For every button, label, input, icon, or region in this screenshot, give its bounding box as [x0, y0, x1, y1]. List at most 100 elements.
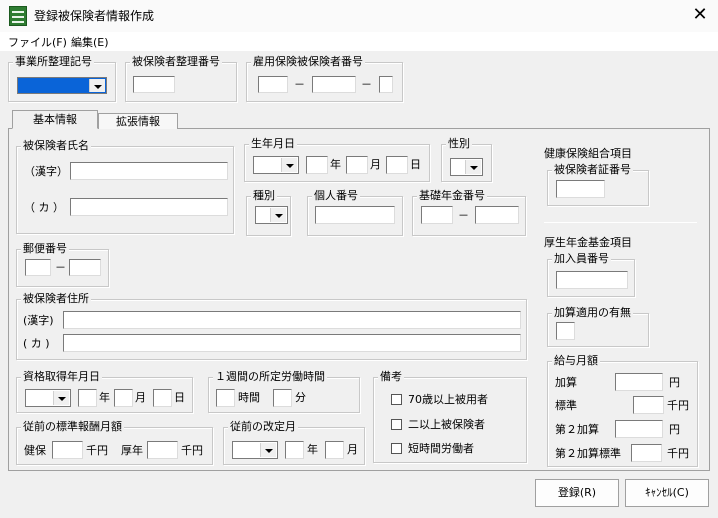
salary-kasan2-input[interactable] [615, 420, 663, 438]
salary-kasan-label: 加算 [555, 376, 577, 389]
chevron-down-icon [260, 443, 276, 457]
address-kana-label: ( カ ) [23, 337, 50, 350]
over70-checkbox[interactable] [391, 394, 402, 405]
part-time-label: 短時間労働者 [408, 442, 474, 455]
hours-label: 時間 [238, 391, 260, 404]
notes-group-label: 備考 [378, 370, 404, 383]
member-number-input[interactable] [556, 271, 628, 289]
revision-month-input[interactable] [325, 441, 344, 459]
shikaku-day-input[interactable] [153, 389, 172, 407]
chevron-down-icon [465, 160, 481, 174]
register-button[interactable]: 登録(R) [535, 479, 619, 507]
chevron-down-icon [270, 208, 286, 222]
separator [544, 222, 697, 223]
birth-era-combobox[interactable] [253, 156, 299, 174]
kind-group-label: 種別 [251, 189, 277, 202]
menu-edit[interactable]: 編集(E) [71, 34, 109, 50]
card-number-group-label: 被保険者証番号 [552, 163, 633, 176]
chevron-down-icon [281, 158, 297, 172]
day-label: 日 [410, 158, 421, 171]
address-kanji-label: (漢字) [23, 314, 54, 327]
salary-kasan-input[interactable] [615, 373, 663, 391]
kiso-input-2[interactable] [475, 206, 519, 224]
close-icon[interactable]: ✕ [688, 4, 712, 28]
revision-year-input[interactable] [285, 441, 304, 459]
salary-kasan2-standard-label: 第２加算標準 [555, 447, 621, 460]
shikaku-group-label: 資格取得年月日 [21, 370, 102, 383]
unit-label: 円 [669, 423, 680, 436]
koyo-input-1[interactable] [258, 76, 288, 93]
shikaku-era-combobox[interactable] [25, 389, 71, 407]
card-number-input[interactable] [556, 180, 605, 198]
kiso-group-label: 基礎年金番号 [417, 189, 487, 202]
address-kana-input[interactable] [63, 334, 521, 352]
hihoken-seiri-label: 被保険者整理番号 [130, 55, 222, 68]
app-icon [9, 6, 27, 26]
name-group-label: 被保険者氏名 [21, 139, 91, 152]
kosei-kikin-title: 厚生年金基金項目 [544, 236, 632, 249]
kenpo-kumiai-title: 健康保険組合項目 [544, 147, 632, 160]
kasan-input[interactable] [556, 322, 575, 340]
menu-file[interactable]: ファイル(F) [8, 34, 67, 50]
kind-combobox[interactable] [255, 206, 288, 224]
name-kana-input[interactable] [70, 198, 228, 216]
kenpo-label: 健保 [24, 444, 46, 457]
dash: － [55, 261, 66, 274]
weekly-minutes-input[interactable] [273, 389, 292, 407]
kosei-input[interactable] [147, 441, 178, 459]
chevron-down-icon [89, 79, 105, 92]
over70-label: 70歳以上被用者 [408, 393, 488, 406]
salary-standard-label: 標準 [555, 399, 577, 412]
month-label: 月 [370, 158, 381, 171]
tab-basic[interactable]: 基本情報 [12, 110, 98, 129]
kosei-label: 厚年 [121, 444, 143, 457]
shikaku-year-input[interactable] [78, 389, 97, 407]
part-time-checkbox[interactable] [391, 443, 402, 454]
dash: － [294, 78, 305, 91]
tab-extended[interactable]: 拡張情報 [98, 113, 178, 129]
month-label: 月 [135, 391, 146, 404]
postal-input-1[interactable] [25, 259, 51, 276]
gender-combobox[interactable] [450, 158, 483, 176]
salary-group-label: 給与月額 [552, 354, 600, 367]
shikaku-month-input[interactable] [114, 389, 133, 407]
year-label: 年 [330, 158, 341, 171]
name-kanji-input[interactable] [70, 162, 228, 180]
address-kanji-input[interactable] [63, 311, 521, 329]
postal-input-2[interactable] [69, 259, 101, 276]
window-title: 登録被保険者情報作成 [34, 9, 155, 23]
kojin-group-label: 個人番号 [312, 189, 360, 202]
prev-wage-group-label: 従前の標準報酬月額 [21, 420, 124, 433]
multiple-insured-label: 二以上被保険者 [408, 418, 485, 431]
hihoken-seiri-input[interactable] [133, 76, 175, 93]
birth-month-input[interactable] [346, 156, 368, 174]
salary-kasan2-standard-input[interactable] [631, 444, 662, 462]
cancel-button[interactable]: ｷｬﾝｾﾙ(C) [625, 479, 709, 507]
prev-revision-group-label: 従前の改定月 [228, 420, 298, 433]
birth-group-label: 生年月日 [249, 137, 297, 150]
jigyosho-label: 事業所整理記号 [13, 55, 94, 68]
dash: － [361, 78, 372, 91]
kojin-input[interactable] [315, 206, 395, 224]
kiso-input-1[interactable] [421, 206, 453, 224]
multiple-insured-checkbox[interactable] [391, 419, 402, 430]
salary-standard-input[interactable] [633, 396, 664, 414]
gender-group-label: 性別 [446, 137, 472, 150]
month-label: 月 [347, 443, 358, 456]
chevron-down-icon [53, 391, 69, 405]
member-number-group-label: 加入員番号 [552, 252, 611, 265]
koyo-input-3[interactable] [379, 76, 393, 93]
birth-year-input[interactable] [306, 156, 328, 174]
jigyosho-combobox[interactable] [17, 77, 107, 94]
name-kana-label: （ カ ） [24, 201, 64, 214]
salary-kasan2-label: 第２加算 [555, 423, 599, 436]
year-label: 年 [307, 443, 318, 456]
revision-era-combobox[interactable] [232, 441, 278, 459]
year-label: 年 [99, 391, 110, 404]
weekly-hours-input[interactable] [216, 389, 235, 407]
day-label: 日 [174, 391, 185, 404]
koyo-input-2[interactable] [312, 76, 356, 93]
kenpo-input[interactable] [52, 441, 83, 459]
birth-day-input[interactable] [386, 156, 408, 174]
dash: － [458, 209, 469, 222]
